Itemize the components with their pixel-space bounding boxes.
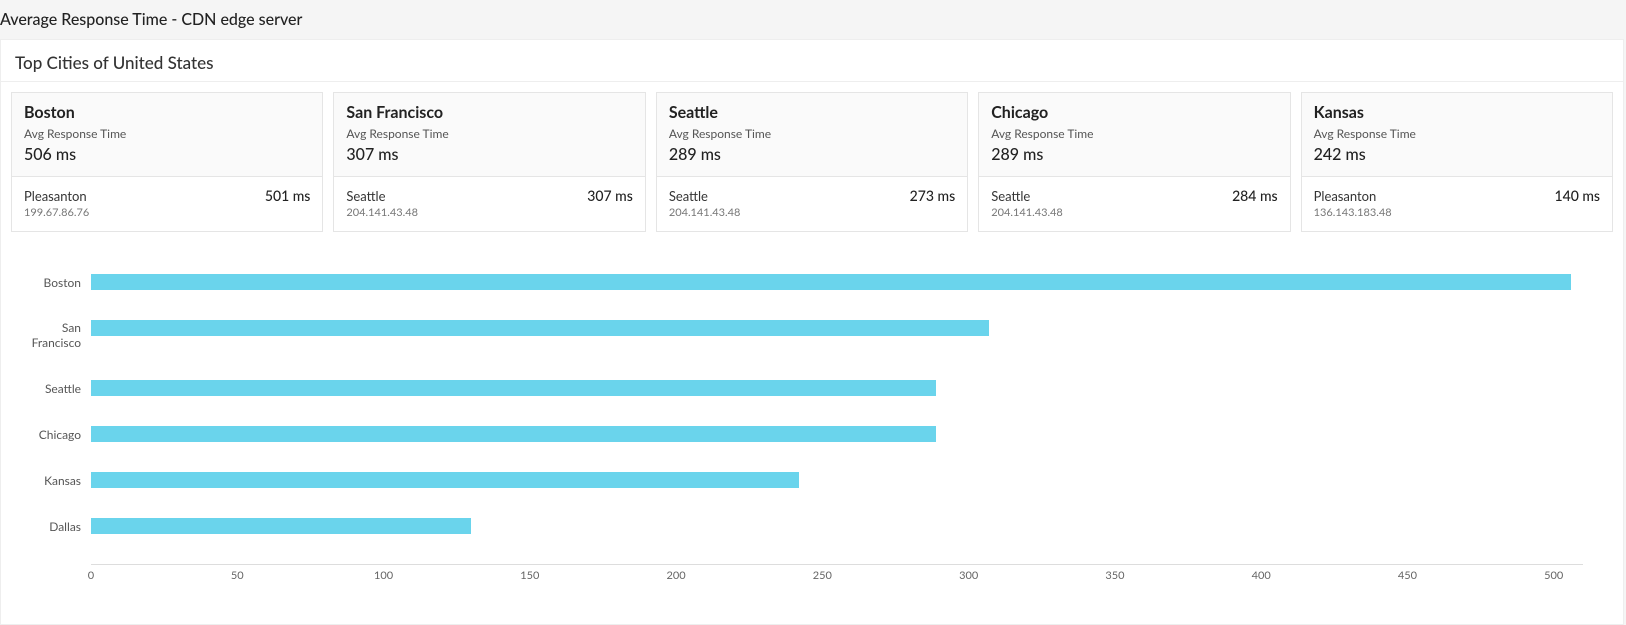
probe-ip: 199.67.86.76 xyxy=(24,206,310,219)
city-card[interactable]: Boston Avg Response Time 506 ms Pleasant… xyxy=(11,92,323,232)
avg-response-time: 289 ms xyxy=(669,145,955,164)
metric-label: Avg Response Time xyxy=(669,126,955,141)
bar-track xyxy=(91,518,1583,534)
bar-label: San Francisco xyxy=(11,320,91,350)
bar-fill[interactable] xyxy=(91,274,1571,290)
response-time-chart: Boston San Francisco Seattle Chicago Kansas D… xyxy=(1,244,1623,594)
city-name: Kansas xyxy=(1314,103,1600,122)
city-name: Seattle xyxy=(669,103,955,122)
city-card-detail: Seattle 273 ms 204.141.43.48 xyxy=(657,176,967,231)
axis-tick: 100 xyxy=(374,565,393,582)
bar-track xyxy=(91,320,1583,336)
bar-track xyxy=(91,274,1583,290)
city-card[interactable]: Kansas Avg Response Time 242 ms Pleasant… xyxy=(1301,92,1613,232)
axis-tick: 0 xyxy=(88,565,94,582)
axis-tick: 350 xyxy=(1105,565,1124,582)
metric-label: Avg Response Time xyxy=(991,126,1277,141)
metric-label: Avg Response Time xyxy=(346,126,632,141)
axis-tick: 200 xyxy=(667,565,686,582)
metric-label: Avg Response Time xyxy=(1314,126,1600,141)
axis-tick: 500 xyxy=(1544,565,1563,582)
bar-fill[interactable] xyxy=(91,320,989,336)
avg-response-time: 506 ms xyxy=(24,145,310,164)
probe-ip: 204.141.43.48 xyxy=(991,206,1277,219)
probe-time: 273 ms xyxy=(910,187,956,204)
axis-tick: 250 xyxy=(813,565,832,582)
probe-ip: 204.141.43.48 xyxy=(346,206,632,219)
bar-label: Boston xyxy=(11,275,91,290)
city-card-detail: Seattle 284 ms 204.141.43.48 xyxy=(979,176,1289,231)
axis-tick: 300 xyxy=(959,565,978,582)
bar-fill[interactable] xyxy=(91,426,936,442)
probe-location: Seattle xyxy=(669,188,708,204)
city-name: Chicago xyxy=(991,103,1277,122)
avg-response-time: 307 ms xyxy=(346,145,632,164)
probe-time: 284 ms xyxy=(1232,187,1278,204)
bar-track xyxy=(91,380,1583,396)
x-axis: 0 50 100 150 200 250 300 350 400 450 500 xyxy=(91,564,1583,584)
bar-label: Kansas xyxy=(11,473,91,488)
panel-title: Top Cities of United States xyxy=(1,40,1623,82)
bar-fill[interactable] xyxy=(91,380,936,396)
probe-ip: 136.143.183.48 xyxy=(1314,206,1600,219)
city-card-header: San Francisco Avg Response Time 307 ms xyxy=(334,93,644,176)
axis-tick: 50 xyxy=(231,565,244,582)
bar-label: Dallas xyxy=(11,519,91,534)
bar-track xyxy=(91,472,1583,488)
probe-location: Pleasanton xyxy=(24,188,87,204)
bar-label: Seattle xyxy=(11,381,91,396)
city-name: San Francisco xyxy=(346,103,632,122)
axis-tick: 400 xyxy=(1252,565,1271,582)
probe-location: Pleasanton xyxy=(1314,188,1377,204)
axis-tick: 150 xyxy=(520,565,539,582)
probe-time: 307 ms xyxy=(587,187,633,204)
bar-fill[interactable] xyxy=(91,472,799,488)
avg-response-time: 242 ms xyxy=(1314,145,1600,164)
city-card-header: Kansas Avg Response Time 242 ms xyxy=(1302,93,1612,176)
probe-location: Seattle xyxy=(346,188,385,204)
bar-label: Chicago xyxy=(11,427,91,442)
probe-location: Seattle xyxy=(991,188,1030,204)
axis-tick: 450 xyxy=(1398,565,1417,582)
probe-ip: 204.141.43.48 xyxy=(669,206,955,219)
city-card-detail: Pleasanton 140 ms 136.143.183.48 xyxy=(1302,176,1612,231)
city-card[interactable]: San Francisco Avg Response Time 307 ms S… xyxy=(333,92,645,232)
probe-time: 501 ms xyxy=(265,187,311,204)
city-name: Boston xyxy=(24,103,310,122)
city-card[interactable]: Chicago Avg Response Time 289 ms Seattle… xyxy=(978,92,1290,232)
bar-track xyxy=(91,426,1583,442)
page-title: Average Response Time - CDN edge server xyxy=(0,0,1626,39)
city-card-header: Boston Avg Response Time 506 ms xyxy=(12,93,322,176)
bar-fill[interactable] xyxy=(91,518,471,534)
city-cards-row: Boston Avg Response Time 506 ms Pleasant… xyxy=(1,82,1623,244)
metric-label: Avg Response Time xyxy=(24,126,310,141)
city-card-header: Seattle Avg Response Time 289 ms xyxy=(657,93,967,176)
probe-time: 140 ms xyxy=(1554,187,1600,204)
city-card-detail: Seattle 307 ms 204.141.43.48 xyxy=(334,176,644,231)
top-cities-panel: Top Cities of United States Boston Avg R… xyxy=(0,39,1624,625)
avg-response-time: 289 ms xyxy=(991,145,1277,164)
city-card[interactable]: Seattle Avg Response Time 289 ms Seattle… xyxy=(656,92,968,232)
city-card-header: Chicago Avg Response Time 289 ms xyxy=(979,93,1289,176)
city-card-detail: Pleasanton 501 ms 199.67.86.76 xyxy=(12,176,322,231)
